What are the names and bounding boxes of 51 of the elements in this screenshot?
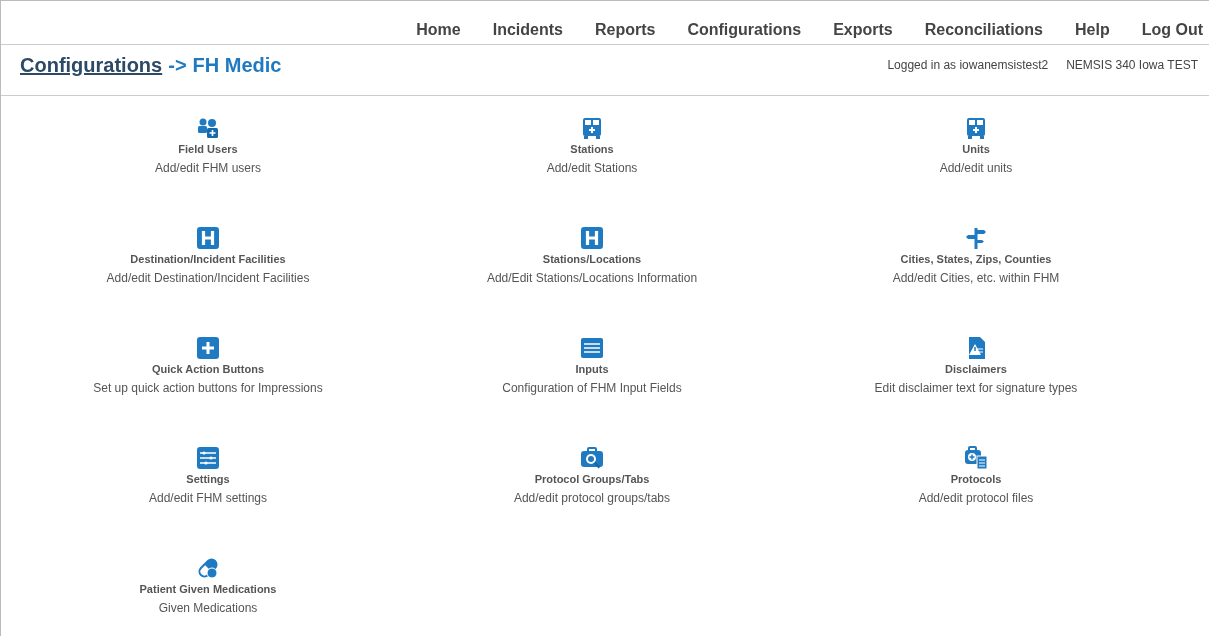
tile-description: Configuration of FHM Input Fields [502,381,682,395]
tile-description: Edit disclaimer text for signature types [874,381,1078,395]
nav-link[interactable]: Reports [578,21,672,44]
tile-title-link[interactable]: Protocol Groups/Tabs [534,473,650,485]
tile-title-link[interactable]: Patient Given Medications [139,583,277,595]
tile-title-link[interactable]: Stations/Locations [542,253,642,265]
ambulance-icon [964,116,988,140]
page-title: FH Medic [192,53,282,77]
tile-description: Add/edit Destination/Incident Facilities [106,271,310,285]
nav-link[interactable]: Exports [817,21,909,44]
tile-title-link[interactable]: Stations [570,143,614,155]
signpost-icon [964,226,988,250]
nav-link[interactable]: Home [400,21,477,44]
nav-link[interactable]: Reconciliations [908,21,1059,44]
hospital-icon [580,226,604,250]
breadcrumb-separator: -> [168,53,187,77]
tile-title-link[interactable]: Cities, States, Zips, Counties [900,253,1052,265]
tile-description: Add/edit Stations [546,161,638,175]
tile-description: Add/edit Cities, etc. within FHM [892,271,1060,285]
plus-icon [196,336,220,360]
nav-link[interactable]: Log Out [1125,21,1203,44]
nav-link[interactable]: Incidents [476,21,579,44]
tile-title-link[interactable]: Destination/Incident Facilities [130,253,286,265]
medical-kit-document-icon [964,446,988,470]
tile-title-link[interactable]: Quick Action Buttons [151,363,264,375]
user-info: Logged in as iowanemsistest2 [887,58,1049,72]
tile-title-link[interactable]: Disclaimers [945,363,1007,375]
user-info: NEMSIS 340 Iowa TEST [1066,58,1198,72]
tile-title-link[interactable]: Protocols [950,473,1002,485]
ambulance-icon [580,116,604,140]
settings-icon [196,446,220,470]
tile-title-link[interactable]: Settings [186,473,230,485]
nav-link[interactable]: Help [1059,21,1126,44]
breadcrumb-link[interactable]: Configurations [20,53,163,77]
tile-description: Add/edit protocol groups/tabs [513,491,671,505]
tile-description: Add/edit FHM users [154,161,261,175]
nav-link[interactable]: Configurations [671,21,818,44]
tile-title-link[interactable]: Units [962,143,990,155]
form-fields-icon [580,336,604,360]
hospital-icon [196,226,220,250]
medical-kit-search-icon [580,446,604,470]
tile-title-link[interactable]: Inputs [575,363,609,375]
tile-description: Add/Edit Stations/Locations Information [486,271,698,285]
tile-description: Add/edit units [939,161,1013,175]
tile-description: Set up quick action buttons for Impressions [93,381,323,395]
tile-description: Add/edit FHM settings [148,491,268,505]
tile-description: Add/edit protocol files [918,491,1034,505]
pill-icon [196,556,220,580]
users-icon [196,116,220,140]
tile-title-link[interactable]: Field Users [178,143,238,155]
tile-description: Given Medications [158,601,258,615]
